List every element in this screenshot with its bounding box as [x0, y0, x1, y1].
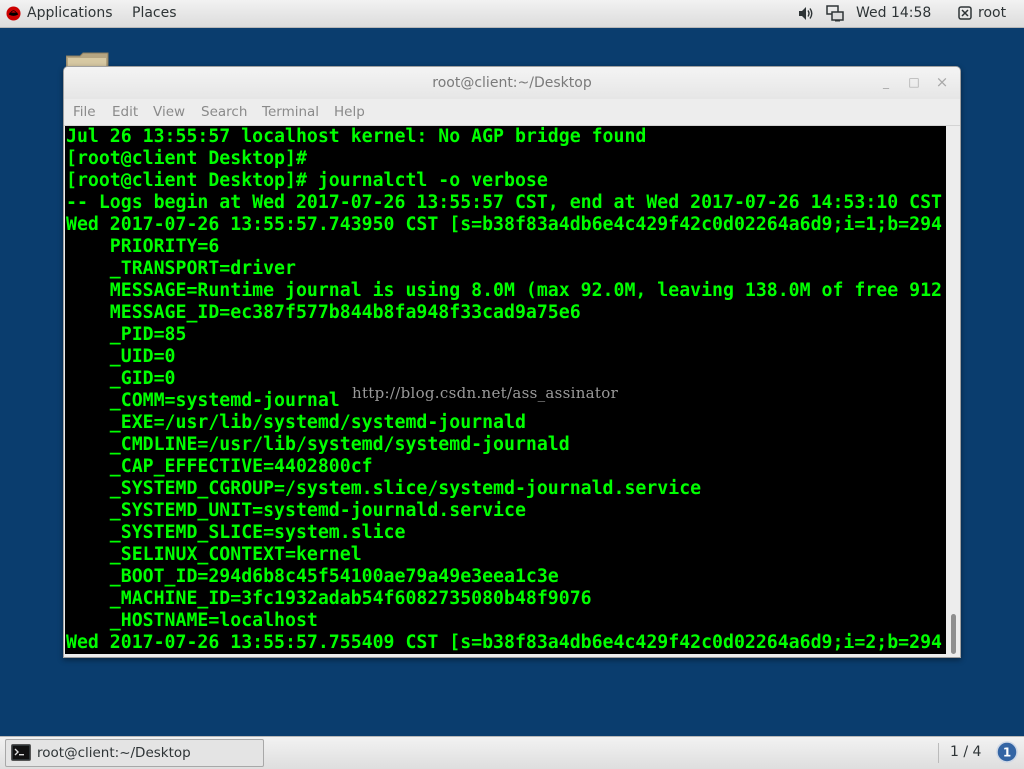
watermark: http://blog.csdn.net/ass_assinator	[352, 384, 619, 402]
network-icon[interactable]	[826, 5, 844, 22]
terminal-line: _BOOT_ID=294d6b8c45f54100ae79a49e3eea1c3…	[66, 566, 559, 587]
scrollbar-thumb[interactable]	[951, 614, 956, 654]
menu-file[interactable]: File	[73, 104, 96, 120]
menu-view[interactable]: View	[153, 104, 185, 120]
places-menu[interactable]: Places	[132, 5, 177, 21]
terminal-line: Wed 2017-07-26 13:55:57.755409 CST [s=b3…	[66, 632, 942, 653]
clock[interactable]: Wed 14:58	[856, 5, 931, 21]
terminal-line: PRIORITY=6	[66, 236, 220, 257]
taskbar-item-label: root@client:~/Desktop	[37, 745, 191, 761]
terminal-line: _HOSTNAME=localhost	[66, 610, 318, 631]
menu-help[interactable]: Help	[334, 104, 365, 120]
menu-search[interactable]: Search	[201, 104, 247, 120]
menu-edit[interactable]: Edit	[112, 104, 138, 120]
scrollbar[interactable]	[947, 126, 959, 656]
menu-bar: File Edit View Search Terminal Help	[64, 99, 960, 126]
terminal-line: _SELINUX_CONTEXT=kernel	[66, 544, 362, 565]
redhat-logo-icon	[6, 6, 21, 21]
menu-terminal[interactable]: Terminal	[262, 104, 319, 120]
workspace-indicator[interactable]: 1 / 4	[950, 744, 981, 760]
terminal-line: _PID=85	[66, 324, 187, 345]
terminal-line: [root@client Desktop]#	[66, 148, 307, 169]
terminal-line: _CAP_EFFECTIVE=4402800cf	[66, 456, 373, 477]
terminal-line: -- Logs begin at Wed 2017-07-26 13:55:57…	[66, 192, 942, 213]
terminal-line: _UID=0	[66, 346, 176, 367]
close-button[interactable]: ×	[935, 75, 949, 90]
user-icon[interactable]	[958, 6, 972, 20]
taskbar-item-terminal[interactable]: root@client:~/Desktop	[5, 739, 264, 767]
user-menu[interactable]: root	[978, 5, 1006, 21]
terminal-line: _EXE=/usr/lib/systemd/systemd-journald	[66, 412, 526, 433]
notification-count: 1	[1003, 746, 1011, 760]
panel-divider	[938, 743, 939, 763]
terminal-line: MESSAGE_ID=ec387f577b844b8fa948f33cad9a7…	[66, 302, 581, 323]
terminal-line: _TRANSPORT=driver	[66, 258, 296, 279]
terminal-line: _CMDLINE=/usr/lib/systemd/systemd-journa…	[66, 434, 570, 455]
terminal-line: MESSAGE=Runtime journal is using 8.0M (m…	[66, 280, 942, 301]
terminal-line: Jul 26 13:55:57 localhost kernel: No AGP…	[66, 126, 647, 147]
top-panel: Applications Places Wed 14:58 root	[0, 0, 1024, 28]
terminal-line: _MACHINE_ID=3fc1932adab54f6082735080b48f…	[66, 588, 592, 609]
terminal-window[interactable]: root@client:~/Desktop _ □ × File Edit Vi…	[63, 66, 961, 658]
terminal-line: Wed 2017-07-26 13:55:57.743950 CST [s=b3…	[66, 214, 942, 235]
terminal-icon	[11, 744, 31, 761]
terminal-line: [root@client Desktop]# journalctl -o ver…	[66, 170, 548, 191]
applications-menu[interactable]: Applications	[27, 5, 113, 21]
window-titlebar[interactable]: root@client:~/Desktop _ □ ×	[64, 67, 960, 99]
notification-icon[interactable]: 1	[996, 741, 1018, 763]
terminal-line: _SYSTEMD_UNIT=systemd-journald.service	[66, 500, 526, 521]
terminal-line: _SYSTEMD_SLICE=system.slice	[66, 522, 406, 543]
terminal-line: _SYSTEMD_CGROUP=/system.slice/systemd-jo…	[66, 478, 702, 499]
minimize-button[interactable]: _	[879, 75, 893, 89]
maximize-button[interactable]: □	[907, 75, 921, 89]
window-title: root@client:~/Desktop	[432, 75, 592, 91]
bottom-panel: root@client:~/Desktop 1 / 4 1	[0, 736, 1024, 769]
volume-icon[interactable]	[798, 6, 815, 21]
